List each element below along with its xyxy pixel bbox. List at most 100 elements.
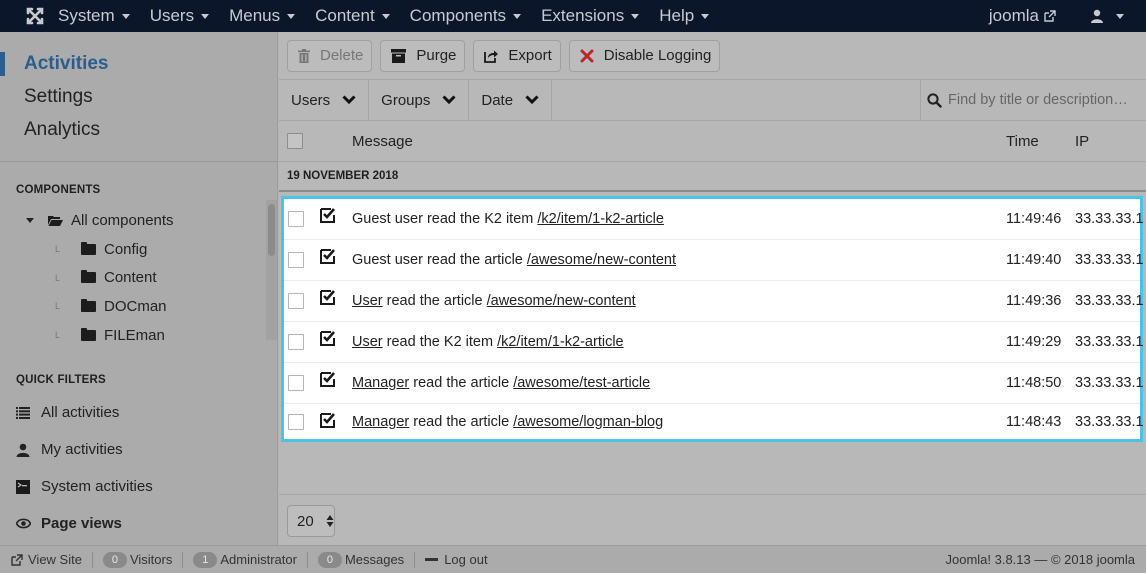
menu-users[interactable]: Users <box>150 6 210 26</box>
quick-filter-label: System activities <box>41 478 153 495</box>
activity-message: Manager read the article /awesome/logman… <box>352 414 663 430</box>
menu-menus[interactable]: Menus <box>229 6 296 26</box>
row-checkbox[interactable] <box>288 375 304 391</box>
visitors-label: Visitors <box>129 552 173 567</box>
delete-button[interactable]: Delete <box>287 39 373 72</box>
minus-icon <box>425 557 439 561</box>
menu-label: System <box>58 6 115 25</box>
target-link[interactable]: /awesome/logman-blog <box>513 414 663 430</box>
menu-system[interactable]: System <box>58 6 130 26</box>
joomla-logo-icon[interactable] <box>12 0 58 32</box>
table-row: User read the K2 item /k2/item/1-k2-arti… <box>284 322 1144 363</box>
administrator-link[interactable]: 1 Administrator <box>193 551 297 568</box>
row-checkbox[interactable] <box>288 293 304 309</box>
target-link[interactable]: /awesome/new-content <box>527 252 676 268</box>
divider <box>91 551 93 568</box>
activity-ip: 33.33.33.1 <box>1075 413 1144 430</box>
quick-filter-label: Page views <box>41 515 122 532</box>
list-limit-select[interactable]: 20 <box>287 505 335 537</box>
quick-filters-section: QUICK FILTERS All activities My activiti… <box>0 352 277 542</box>
row-checkbox[interactable] <box>288 334 304 350</box>
actor[interactable]: User <box>352 334 383 350</box>
components-scrollbar[interactable] <box>266 200 277 340</box>
tree-branch-icon: L <box>55 244 61 255</box>
tree-label: All components <box>71 211 174 229</box>
search-input[interactable] <box>948 92 1138 108</box>
quick-filter-page-views[interactable]: Page views <box>0 505 277 542</box>
view-site-link[interactable]: View Site <box>11 552 82 567</box>
action-text: read the article <box>426 252 523 268</box>
checked-status-icon <box>320 371 336 391</box>
target-link[interactable]: /awesome/test-article <box>513 375 650 391</box>
date-filter-dropdown[interactable]: Date <box>469 80 553 120</box>
folder-icon <box>81 327 96 341</box>
groups-filter-dropdown[interactable]: Groups <box>369 80 470 120</box>
target-link[interactable]: /k2/item/1-k2-article <box>537 211 664 227</box>
menu-label: Menus <box>229 6 281 25</box>
terminal-icon <box>16 479 41 494</box>
sidebar-item-activities[interactable]: Activities <box>0 50 277 83</box>
site-link[interactable]: joomla <box>989 6 1056 26</box>
column-ip[interactable]: IP <box>1075 133 1089 150</box>
folder-open-icon <box>48 215 63 226</box>
export-button[interactable]: Export <box>473 39 561 72</box>
purge-label: Purge <box>416 47 457 64</box>
table-row: Guest user read the K2 item /k2/item/1-k… <box>284 199 1144 240</box>
select-arrows-icon <box>326 514 334 528</box>
export-icon <box>484 49 499 63</box>
quick-filter-all-activities[interactable]: All activities <box>0 394 277 431</box>
activity-time: 11:49:46 <box>1006 211 1062 227</box>
delete-label: Delete <box>320 47 364 64</box>
tree-item-config[interactable]: L Config <box>0 235 277 264</box>
tree-item-fileman[interactable]: L FILEman <box>0 321 277 350</box>
menu-content[interactable]: Content <box>315 6 390 26</box>
action-text: read the article <box>413 413 510 430</box>
admin-label: Administrator <box>220 552 297 567</box>
folder-icon <box>81 270 96 284</box>
close-icon <box>580 49 594 63</box>
tree-label: FILEman <box>104 326 165 344</box>
actor[interactable]: Manager <box>352 375 409 391</box>
components-section: COMPONENTS All components L Config L Con… <box>0 162 277 352</box>
disable-logging-button[interactable]: Disable Logging <box>568 39 721 72</box>
quick-filter-my-activities[interactable]: My activities <box>0 431 277 468</box>
row-checkbox[interactable] <box>288 252 304 268</box>
caret-down-icon <box>121 13 130 19</box>
eye-icon <box>16 518 41 529</box>
caret-down-icon <box>513 13 522 19</box>
row-checkbox[interactable] <box>288 413 304 430</box>
target-link[interactable]: /k2/item/1-k2-article <box>497 334 624 350</box>
messages-link[interactable]: 0 Messages <box>317 551 404 568</box>
caret-down-icon[interactable] <box>26 217 34 223</box>
purge-button[interactable]: Purge <box>380 39 466 72</box>
quick-filter-system-activities[interactable]: System activities <box>0 468 277 505</box>
tree-item-all-components[interactable]: All components <box>0 206 277 235</box>
chevron-down-icon <box>342 95 356 105</box>
visitors-count-badge: 0 <box>102 551 127 568</box>
archive-icon <box>391 48 407 63</box>
quick-filter-label: All activities <box>41 404 120 421</box>
row-checkbox[interactable] <box>288 211 304 227</box>
sidebar-item-settings[interactable]: Settings <box>0 83 277 116</box>
menu-help[interactable]: Help <box>659 6 710 26</box>
column-time[interactable]: Time <box>1006 133 1039 150</box>
sidebar-item-analytics[interactable]: Analytics <box>0 116 277 149</box>
tree-item-docman[interactable]: L DOCman <box>0 292 277 321</box>
list-footer: 20 <box>279 494 1146 545</box>
users-filter-dropdown[interactable]: Users <box>279 80 370 120</box>
tree-item-content[interactable]: L Content <box>0 263 277 292</box>
target-link[interactable]: /awesome/new-content <box>487 293 636 309</box>
actor[interactable]: Manager <box>352 414 409 430</box>
menu-label: Help <box>659 6 695 25</box>
chevron-down-icon <box>525 95 539 105</box>
actor[interactable]: User <box>352 293 383 309</box>
column-message[interactable]: Message <box>352 133 413 150</box>
menu-extensions[interactable]: Extensions <box>541 6 640 26</box>
select-all-checkbox[interactable] <box>287 133 303 149</box>
menu-components[interactable]: Components <box>410 6 522 26</box>
visitors-link[interactable]: 0 Visitors <box>102 551 173 568</box>
user-menu[interactable] <box>1090 9 1124 23</box>
logout-link[interactable]: Log out <box>425 552 488 567</box>
filter-label: Groups <box>381 91 431 109</box>
scrollbar-thumb[interactable] <box>268 204 275 256</box>
